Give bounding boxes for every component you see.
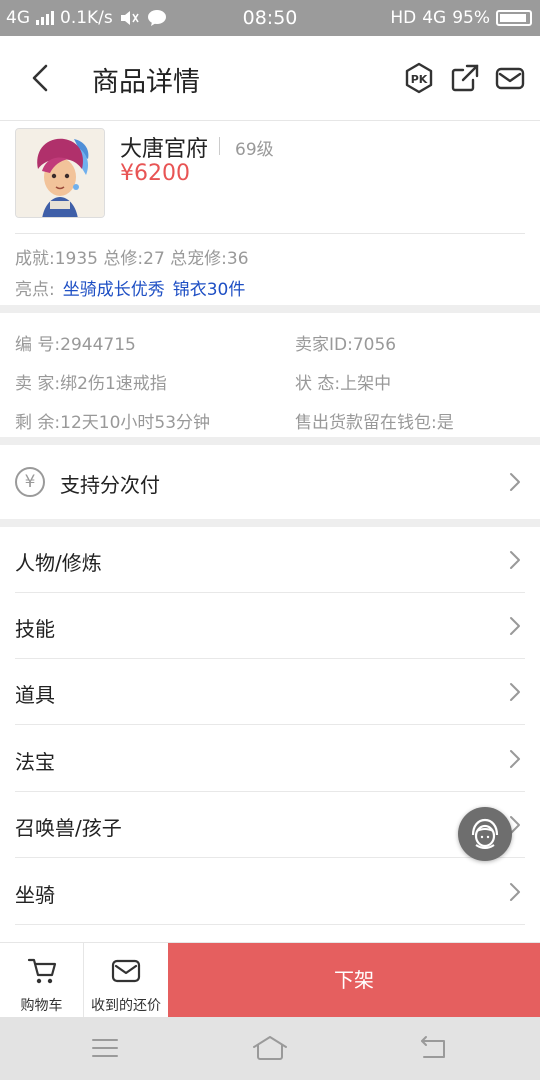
listing-status: 状 态:上架中: [295, 374, 392, 394]
back-nav-icon[interactable]: [420, 1035, 448, 1059]
chevron-right-icon: [510, 617, 520, 635]
menu-item-label: 人物/修炼: [15, 551, 102, 575]
network-indicator-right: 4G: [422, 8, 447, 28]
menu-item-label: 道具: [15, 683, 55, 707]
mail-icon[interactable]: [494, 62, 526, 94]
section-gap: [0, 305, 540, 313]
seller-id: 卖家ID:7056: [295, 335, 397, 355]
offers-button[interactable]: 收到的还价: [84, 943, 168, 1018]
highlight-tag: 坐骑成长优秀: [62, 280, 165, 300]
offers-label: 收到的还价: [91, 998, 161, 1014]
battery-percent: 95%: [452, 8, 490, 28]
menu-item-treasures[interactable]: 法宝: [0, 726, 540, 792]
menu-item-items[interactable]: 道具: [0, 659, 540, 725]
menu-item-label: 召唤兽/孩子: [15, 816, 122, 840]
system-nav-bar: [0, 1017, 540, 1080]
cart-label: 购物车: [20, 998, 63, 1014]
share-icon[interactable]: [449, 62, 481, 94]
page-title: 商品详情: [92, 67, 200, 98]
separator: [219, 137, 220, 155]
menu-item-label: 技能: [15, 617, 55, 641]
yen-icon: ¥: [15, 467, 45, 497]
status-bar: 4G 0.1K/s 08:50 HD 4G 95%: [0, 0, 540, 36]
item-number: 编 号:2944715: [15, 335, 136, 355]
customer-service-icon: [471, 818, 499, 849]
menu-icon[interactable]: [91, 1037, 119, 1059]
section-gap: [0, 519, 540, 527]
highlights: 亮点: 坐骑成长优秀 锦衣30件: [15, 275, 245, 300]
back-icon[interactable]: [22, 58, 62, 98]
character-avatar[interactable]: [15, 128, 105, 218]
cart-icon: [27, 958, 57, 984]
bottom-action-bar: 购物车 收到的还价 下架: [0, 942, 540, 1018]
installment-label: 支持分次付: [60, 473, 160, 497]
hd-indicator: HD: [390, 8, 417, 28]
svg-text:PK: PK: [411, 73, 428, 86]
chevron-right-icon: [510, 750, 520, 768]
chevron-right-icon: [510, 883, 520, 901]
cart-button[interactable]: 购物车: [0, 943, 84, 1018]
seller-name: 卖 家:绑2伤1速戒指: [15, 374, 167, 394]
character-level: 69级: [235, 140, 274, 160]
menu-item-skills[interactable]: 技能: [0, 593, 540, 659]
highlight-tag: 锦衣30件: [172, 280, 246, 300]
mail-icon: [111, 959, 141, 983]
pk-icon[interactable]: PK: [403, 62, 435, 94]
price: ¥6200: [120, 161, 190, 186]
battery-icon: [496, 10, 532, 26]
customer-service-button[interactable]: [458, 807, 512, 861]
chevron-right-icon: [510, 473, 520, 491]
header: 商品详情 PK: [0, 36, 540, 121]
menu-item-label: 坐骑: [15, 883, 55, 907]
section-gap: [0, 437, 540, 445]
highlight-label: 亮点:: [15, 280, 55, 300]
server-name: 大唐官府: [120, 137, 209, 162]
menu-item-character[interactable]: 人物/修炼: [0, 527, 540, 593]
menu-item-mounts[interactable]: 坐骑: [0, 859, 540, 925]
wallet-setting: 售出货款留在钱包:是: [295, 413, 454, 433]
menu-item-label: 法宝: [15, 750, 55, 774]
stats-text: 成就:1935 总修:27 总宠修:36: [15, 249, 249, 269]
divider: [15, 233, 525, 234]
chevron-right-icon: [510, 683, 520, 701]
chevron-right-icon: [510, 551, 520, 569]
time-remaining: 剩 余:12天10小时53分钟: [15, 413, 211, 433]
delist-button[interactable]: 下架: [168, 943, 540, 1018]
installment-row[interactable]: ¥ 支持分次付: [0, 445, 540, 519]
home-icon[interactable]: [252, 1035, 288, 1061]
